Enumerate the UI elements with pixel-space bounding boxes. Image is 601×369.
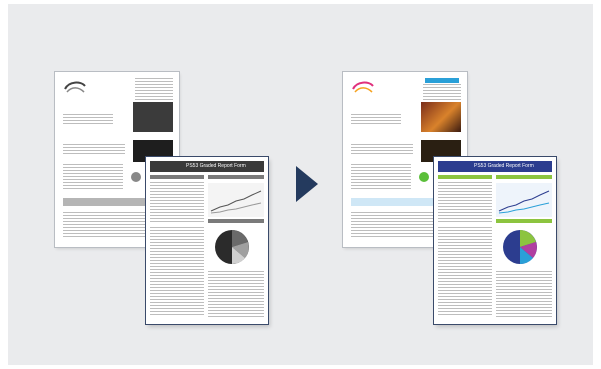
intro-text [351, 144, 413, 154]
pie-chart [215, 230, 249, 265]
logo-swoosh-icon [352, 81, 374, 93]
report-title: PS53 Graded Report Form [474, 163, 534, 169]
table-rows [496, 271, 552, 317]
address-block [423, 84, 461, 100]
illustration-canvas: PS53 Graded Report Form PS53 Graded Repo… [8, 4, 593, 365]
logo-swoosh-icon [64, 81, 86, 93]
report-header: PS53 Graded Report Form [150, 161, 264, 172]
section-bar [208, 219, 264, 223]
details-text [63, 164, 123, 190]
table-rows [438, 227, 492, 317]
table-rows [150, 227, 204, 317]
section-bar [496, 175, 552, 179]
report-title: PS53 Graded Report Form [186, 163, 246, 169]
details-text [351, 164, 411, 190]
address-block [135, 78, 173, 100]
section-bar [438, 175, 492, 179]
address-accent [425, 78, 459, 83]
check-badge-icon [419, 172, 429, 182]
intro-text [63, 144, 125, 154]
product-photo [133, 102, 173, 132]
line-chart [208, 183, 264, 217]
pie-chart [503, 230, 537, 265]
recipient-block [351, 114, 401, 126]
product-photo [421, 102, 461, 132]
table-rows [208, 271, 264, 317]
right-arrow-icon [296, 166, 318, 202]
section-bar [150, 175, 204, 179]
check-badge-icon [131, 172, 141, 182]
table-rows [438, 182, 492, 222]
section-bar [208, 175, 264, 179]
color-report-page: PS53 Graded Report Form [434, 157, 556, 324]
line-chart [496, 183, 552, 217]
section-bar [496, 219, 552, 223]
recipient-block [63, 114, 113, 126]
table-rows [150, 182, 204, 222]
report-header: PS53 Graded Report Form [438, 161, 552, 172]
grayscale-report-page: PS53 Graded Report Form [146, 157, 268, 324]
